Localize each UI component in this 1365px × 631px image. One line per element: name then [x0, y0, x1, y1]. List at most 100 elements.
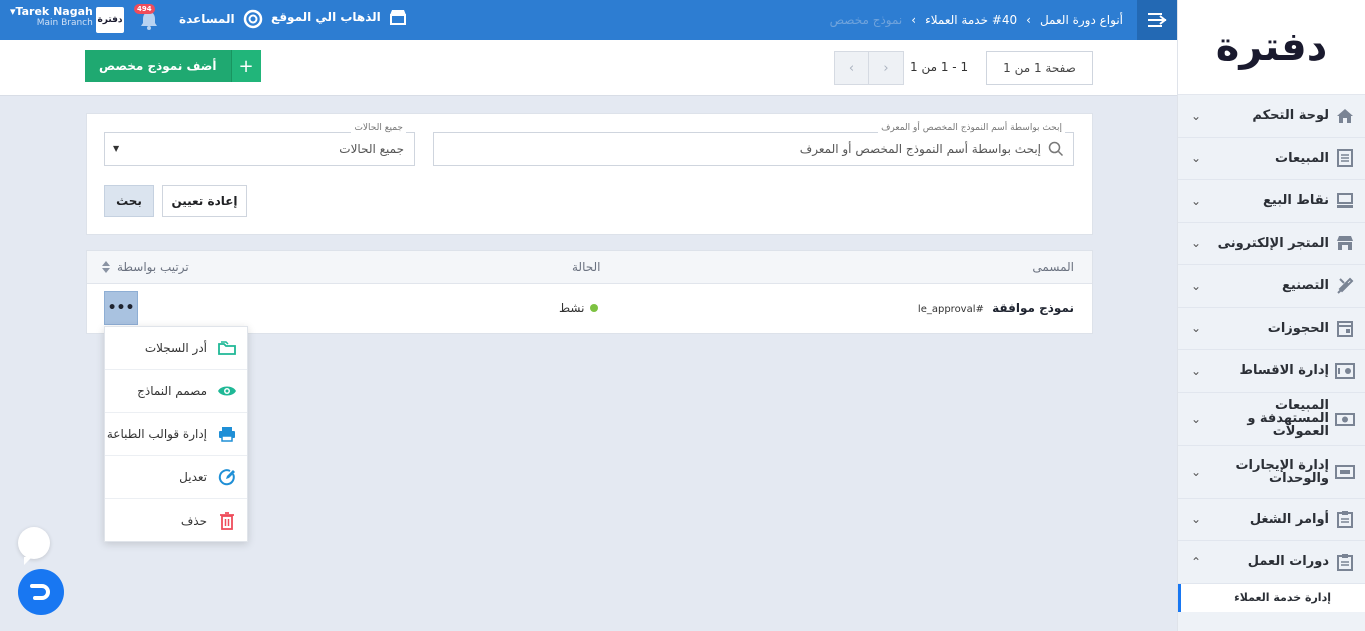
rentals-icon — [1335, 462, 1355, 482]
chevron-down-icon: ⌄ — [1190, 512, 1202, 527]
more-dots-icon: ••• — [107, 300, 135, 316]
help-link[interactable]: المساعدة — [179, 9, 263, 29]
sidebar-subitem-customer-service[interactable]: إدارة خدمة العملاء — [1178, 583, 1365, 612]
sidebar-item-label: المبيعات — [1275, 150, 1329, 166]
chat-launcher-button[interactable] — [18, 569, 64, 615]
goto-site-label: الذهاب الي الموقع — [271, 10, 381, 24]
sidebar-item-pos[interactable]: نقاط البيع ⌄ — [1178, 180, 1365, 223]
reset-button[interactable]: إعادة تعيين — [162, 185, 247, 217]
search-panel: إبحث بواسطة أسم النموذج المخصص أو المعرف… — [86, 113, 1093, 235]
row-code: #le_approval — [917, 304, 984, 315]
chat-bubble[interactable] — [18, 527, 50, 565]
sidebar-item-manufacturing[interactable]: التصنيع ⌄ — [1178, 265, 1365, 308]
add-custom-form-button[interactable]: أضف نموذج مخصص + — [85, 50, 261, 82]
chevron-left-icon: › — [1026, 13, 1031, 27]
menu-delete-label: حذف — [180, 513, 207, 528]
chevron-down-icon: ⌄ — [1190, 108, 1202, 123]
logo-text: دفترة — [1215, 24, 1329, 70]
store-icon — [389, 10, 406, 25]
chevron-down-icon: ⌄ — [1190, 321, 1202, 336]
row-title: نموذج موافقة #le_approval — [917, 301, 1074, 315]
sort-by-label: ترتيب بواسطة — [117, 260, 189, 274]
home-icon — [1335, 106, 1355, 126]
chevron-down-icon: ⌄ — [1190, 411, 1202, 426]
breadcrumb-current: نموذج مخصص — [829, 13, 903, 27]
user-menu[interactable]: ▾Tarek Nagah Main Branch — [10, 5, 93, 28]
plus-icon: + — [230, 50, 261, 82]
sidebar-item-bookings[interactable]: الحجوزات ⌄ — [1178, 308, 1365, 350]
installments-icon — [1335, 361, 1355, 381]
sidebar-menu: لوحة التحكم ⌄ المبيعات ⌄ نقاط البيع ⌄ ال… — [1178, 95, 1365, 584]
pagination-prev-button[interactable]: ‹ — [835, 52, 869, 84]
calendar-icon — [1335, 318, 1355, 338]
help-label: المساعدة — [179, 12, 235, 26]
sidebar-item-label: أوامر الشغل — [1249, 511, 1329, 527]
sidebar-item-workflows[interactable]: دورات العمل ⌃ — [1178, 541, 1365, 584]
status-dot-icon — [590, 304, 599, 312]
menu-print-templates-label: إدارة قوالب الطباعة — [106, 427, 207, 441]
tools-icon — [1335, 276, 1355, 296]
chevron-down-icon: ⌄ — [1190, 151, 1202, 166]
pagination-nav: ‹ › — [834, 51, 904, 85]
chevron-right-icon: › — [883, 60, 889, 76]
goto-site-link[interactable]: الذهاب الي الموقع — [271, 9, 407, 25]
receipt-icon — [1335, 148, 1355, 168]
sidebar-item-sales[interactable]: المبيعات ⌄ — [1178, 138, 1365, 180]
menu-print-templates[interactable]: إدارة قوالب الطباعة — [105, 413, 247, 456]
forms-table: المسمى الحالة ترتيب بواسطة نموذج موافقة … — [86, 250, 1093, 334]
search-icon — [1048, 141, 1064, 160]
row-actions-button[interactable]: ••• — [104, 291, 138, 325]
menu-delete[interactable]: حذف — [105, 499, 247, 542]
store-icon — [1335, 233, 1355, 253]
sidebar-toggle-button[interactable] — [1137, 0, 1177, 40]
sidebar-item-installments[interactable]: إدارة الاقساط ⌄ — [1178, 350, 1365, 393]
notification-count-badge: 494 — [134, 4, 155, 14]
status-select-label: جميع الحالات — [351, 123, 406, 133]
sidebar-item-dashboard[interactable]: لوحة التحكم ⌄ — [1178, 95, 1365, 138]
breadcrumb-workflow-types[interactable]: أنواع دورة العمل — [1040, 13, 1123, 27]
search-placeholder: إبحث بواسطة أسم النموذج المخصص أو المعرف — [799, 142, 1041, 156]
sidebar-item-label: المبيعات المستهدفة و العمولات — [1247, 398, 1329, 439]
sidebar-item-online-store[interactable]: المتجر الإلكترونى ⌄ — [1178, 223, 1365, 265]
sidebar-logo[interactable]: دفترة — [1178, 0, 1365, 95]
menu-manage-records[interactable]: أدر السجلات — [105, 327, 247, 370]
sidebar-item-label: إدارة الاقساط — [1239, 363, 1329, 379]
chevron-down-icon: ⌄ — [1190, 363, 1202, 378]
menu-manage-records-label: أدر السجلات — [144, 341, 207, 355]
sidebar-item-work-orders[interactable]: أوامر الشغل ⌄ — [1178, 499, 1365, 541]
user-name: ▾Tarek Nagah — [10, 5, 93, 18]
table-header: المسمى الحالة ترتيب بواسطة — [87, 251, 1092, 284]
folders-icon — [217, 338, 237, 358]
commission-icon — [1335, 409, 1355, 429]
search-input[interactable]: إبحث بواسطة أسم النموذج المخصص أو المعرف… — [433, 123, 1074, 166]
chevron-down-icon: ⌄ — [1190, 193, 1202, 208]
eye-icon — [217, 381, 237, 401]
notifications-button[interactable]: 494 — [134, 4, 160, 31]
trash-icon — [217, 511, 237, 531]
edit-icon — [217, 467, 237, 487]
menu-form-designer[interactable]: مصمم النماذج — [105, 370, 247, 413]
chevron-left-icon: › — [911, 13, 917, 27]
sidebar-item-rentals[interactable]: إدارة الإيجارات والوحدات ⌄ — [1178, 446, 1365, 499]
search-button[interactable]: بحث — [104, 185, 154, 217]
chevron-left-icon: ‹ — [848, 60, 855, 76]
column-title: المسمى — [1032, 260, 1074, 274]
pagination-next-button[interactable]: › — [869, 52, 903, 84]
sidebar-item-label: نقاط البيع — [1263, 193, 1329, 209]
breadcrumb: أنواع دورة العمل › #40 خدمة العملاء › نم… — [830, 0, 1123, 40]
status-select[interactable]: جميع الحالات جميع الحالات ▼ — [104, 123, 415, 166]
caret-down-icon: ▼ — [113, 144, 120, 153]
top-bar: أنواع دورة العمل › #40 خدمة العملاء › نم… — [0, 0, 1177, 40]
row-status: نشط — [559, 301, 599, 315]
sidebar-item-label: التصنيع — [1282, 278, 1329, 294]
printer-icon — [217, 424, 237, 444]
menu-edit[interactable]: تعديل — [105, 456, 247, 499]
search-input-label: إبحث بواسطة أسم النموذج المخصص أو المعرف — [878, 123, 1065, 133]
menu-edit-label: تعديل — [179, 470, 207, 484]
sidebar-item-targets-commissions[interactable]: المبيعات المستهدفة و العمولات ⌄ — [1178, 393, 1365, 446]
chevron-down-icon: ⌄ — [1190, 278, 1202, 293]
sort-by-button[interactable]: ترتيب بواسطة — [101, 260, 189, 274]
page-indicator[interactable]: صفحة 1 من 1 — [986, 51, 1093, 85]
sidebar-item-label: إدارة الإيجارات والوحدات — [1235, 457, 1329, 486]
breadcrumb-customer-service[interactable]: #40 خدمة العملاء — [925, 13, 1017, 27]
